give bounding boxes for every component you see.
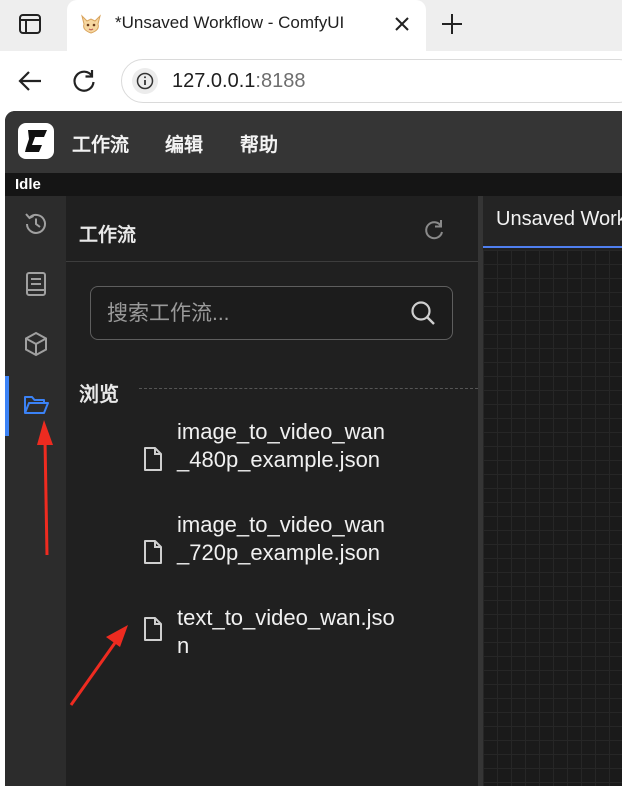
menu-workflow[interactable]: 工作流: [72, 130, 129, 157]
new-tab-icon[interactable]: [440, 12, 464, 36]
file-icon: [144, 540, 162, 564]
panel-divider: [66, 261, 478, 262]
workflow-search: [90, 286, 453, 340]
browse-section-label: 浏览: [79, 384, 119, 406]
search-input[interactable]: [107, 299, 397, 329]
search-icon[interactable]: [409, 299, 437, 327]
section-divider: [139, 388, 478, 389]
history-icon[interactable]: [22, 210, 50, 238]
active-indicator: [5, 376, 9, 436]
browser-navbar: 127.0.0.1:8188: [0, 51, 622, 111]
reload-icon[interactable]: [70, 67, 98, 95]
file-name: image_to_video_wan_720p_example.json: [177, 512, 385, 565]
queue-status: Idle: [15, 176, 41, 193]
folder-open-icon[interactable]: [22, 391, 50, 419]
comfyui-favicon-icon: [81, 14, 101, 34]
file-icon: [144, 617, 162, 641]
panel-title: 工作流: [79, 225, 137, 246]
site-info-icon[interactable]: [132, 68, 158, 94]
top-menubar: 工作流 编辑 帮助: [5, 111, 622, 173]
refresh-icon[interactable]: [420, 216, 448, 244]
workflow-tab[interactable]: Unsaved Workflow: [483, 196, 622, 248]
menu-edit[interactable]: 编辑: [165, 130, 203, 157]
url-host: 127.0.0.1: [172, 70, 256, 92]
workflows-panel: 工作流 浏览 image_to_video_wan_480p_example.j…: [66, 196, 478, 786]
status-bar: Idle: [5, 173, 622, 196]
close-tab-icon[interactable]: [393, 15, 411, 33]
file-name: image_to_video_wan_480p_example.json: [177, 419, 385, 472]
sidebar-iconbar: [5, 196, 66, 786]
comfyui-logo-icon[interactable]: [18, 123, 54, 159]
back-arrow-icon[interactable]: [17, 68, 43, 94]
tab-title: *Unsaved Workflow - ComfyUI: [115, 13, 345, 32]
workflow-tab-label: Unsaved Workflow: [496, 208, 622, 230]
url-text: 127.0.0.1:8188: [172, 70, 305, 93]
book-icon[interactable]: [22, 270, 50, 298]
url-port: :8188: [255, 70, 306, 92]
address-bar[interactable]: 127.0.0.1:8188: [121, 59, 622, 103]
list-item[interactable]: image_to_video_wan_480p_example.json: [142, 418, 442, 502]
file-name: text_to_video_wan.json: [177, 605, 395, 658]
list-item[interactable]: text_to_video_wan.json: [142, 604, 442, 660]
graph-canvas[interactable]: [483, 250, 622, 786]
window-menu-icon[interactable]: [18, 13, 42, 35]
menu-help[interactable]: 帮助: [240, 130, 278, 157]
graph-canvas-area: Unsaved Workflow: [483, 196, 622, 786]
browser-tab[interactable]: *Unsaved Workflow - ComfyUI: [67, 0, 426, 51]
cube-icon[interactable]: [22, 330, 50, 358]
comfyui-app: 工作流 编辑 帮助 Idle 工作流 搜索工作流... 浏览 image_to_…: [5, 111, 622, 786]
file-icon: [144, 447, 162, 471]
list-item[interactable]: image_to_video_wan_720p_example.json: [142, 511, 442, 595]
browser-tabstrip: *Unsaved Workflow - ComfyUI: [0, 0, 622, 51]
